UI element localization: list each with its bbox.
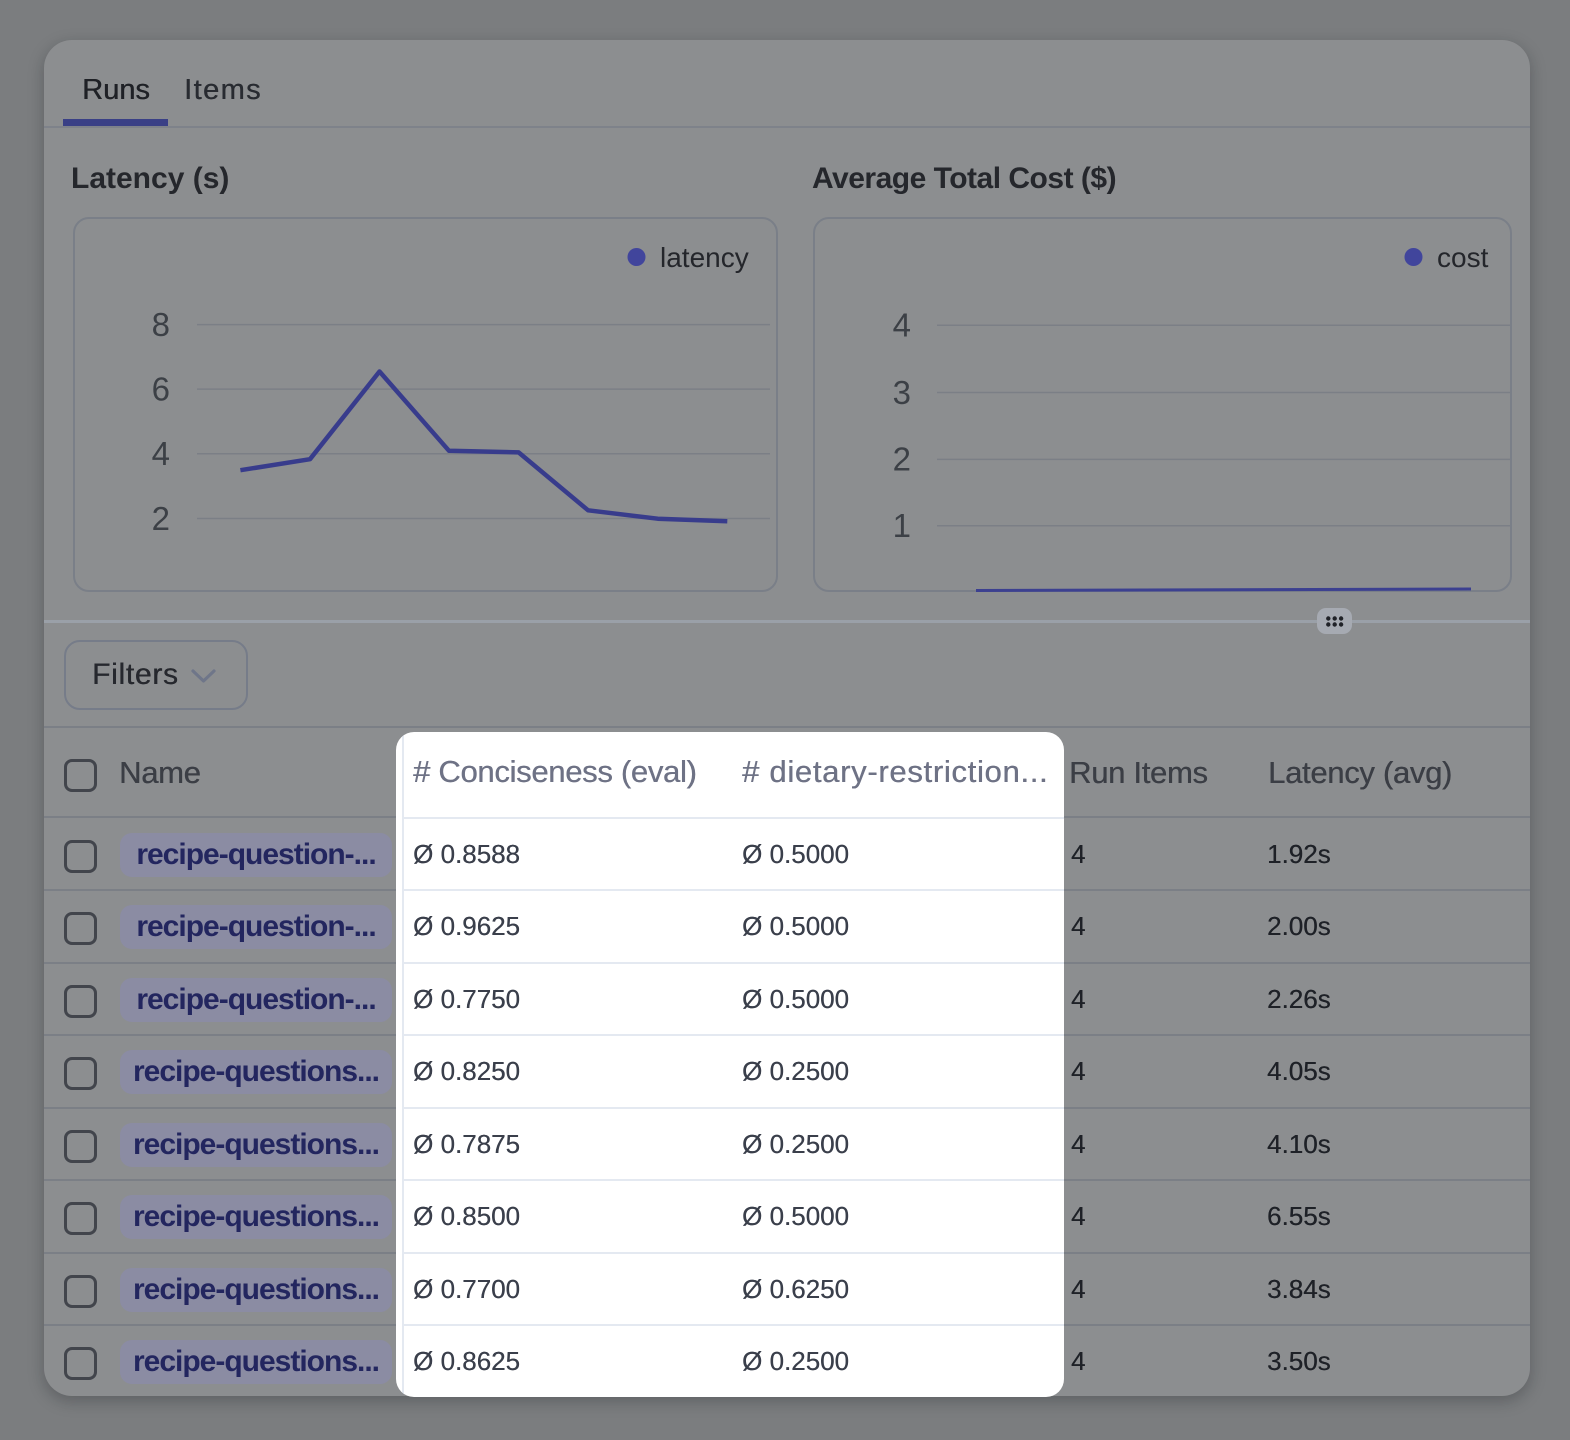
svg-text:2: 2 xyxy=(893,441,911,478)
svg-text:3: 3 xyxy=(893,374,911,411)
svg-text:4: 4 xyxy=(893,307,911,344)
svg-text:latency: latency xyxy=(660,242,749,273)
svg-text:2: 2 xyxy=(152,500,170,537)
svg-text:4: 4 xyxy=(152,435,170,472)
svg-text:6: 6 xyxy=(152,371,170,408)
svg-text:1: 1 xyxy=(893,507,911,544)
svg-text:8: 8 xyxy=(152,306,170,343)
svg-text:cost: cost xyxy=(1437,242,1489,273)
